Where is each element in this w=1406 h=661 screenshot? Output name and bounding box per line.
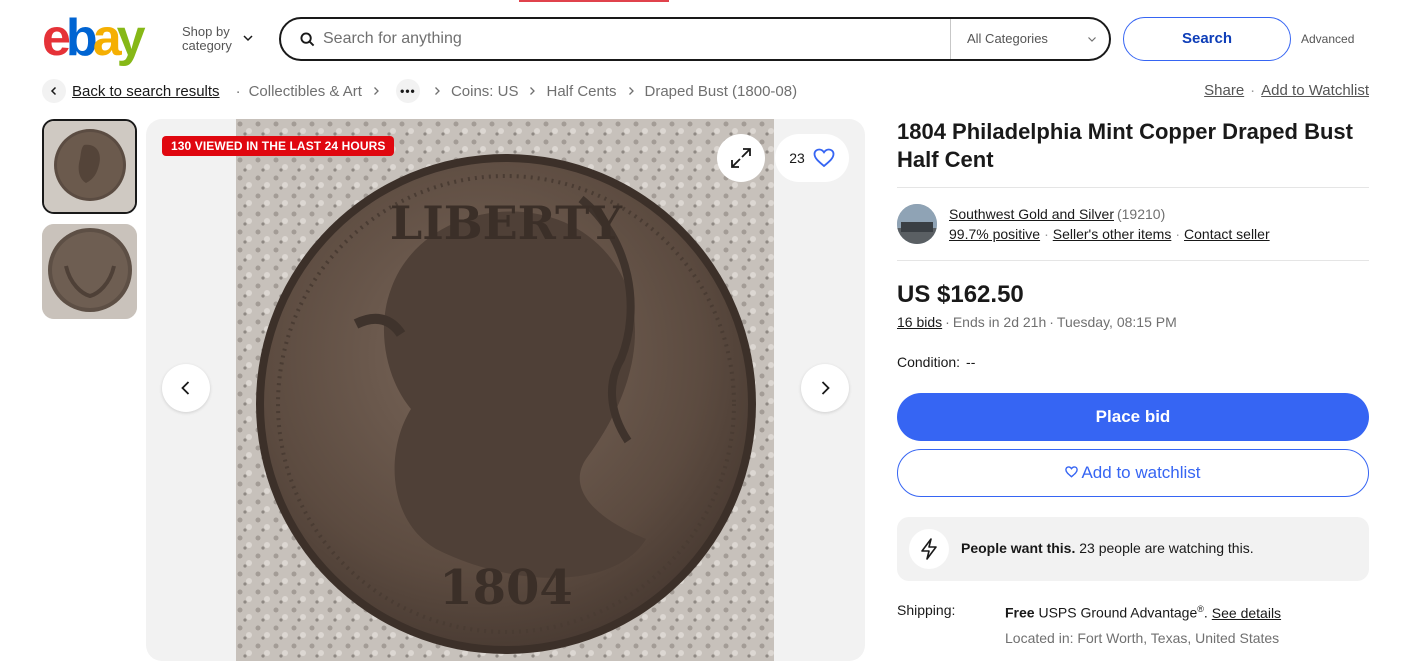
people-watching-box: People want this. 23 people are watching… [897, 517, 1369, 581]
separator-dot: · [235, 82, 241, 100]
shipping-free: Free [1005, 604, 1035, 621]
shop-by-label: Shop by [182, 24, 230, 39]
coin-reverse-thumbnail-image [42, 224, 137, 319]
shipping-period: . [1203, 604, 1208, 621]
expand-icon [731, 148, 751, 168]
shipping-service: USPS Ground Advantage [1034, 604, 1198, 621]
people-watching-text: People want this. 23 people are watching… [961, 540, 1254, 556]
logo-letter-a: a [92, 9, 122, 67]
seller-links: 99.7% positive · Seller's other items · Cont… [949, 226, 1270, 242]
category-label: category [182, 38, 232, 53]
people-want-this: People want this. [961, 540, 1076, 556]
separator-dot: · [1044, 226, 1049, 242]
condition-value: -- [966, 354, 976, 370]
next-image-button[interactable] [801, 364, 849, 412]
chevron-down-icon [1088, 37, 1096, 42]
add-to-watchlist-button[interactable]: Add to watchlist [897, 449, 1369, 497]
seller-positive-link[interactable]: 99.7% positive [949, 226, 1040, 242]
divider [897, 260, 1369, 261]
ends-in: Ends in 2d 21h [952, 314, 1047, 330]
back-to-search-link[interactable]: Back to search results [72, 83, 220, 100]
bolt-badge [909, 529, 949, 569]
item-price: US $162.50 [897, 281, 1024, 308]
breadcrumb-more-button[interactable]: ••• [395, 79, 420, 103]
viewed-badge: 130 VIEWED IN THE LAST 24 HOURS [162, 136, 395, 156]
chevron-right-icon [373, 87, 379, 95]
logo-letter-e: e [42, 9, 71, 67]
logo-letter-b: b [65, 9, 98, 67]
search-icon [300, 32, 315, 47]
advanced-search-link[interactable]: Advanced [1301, 32, 1354, 46]
heart-icon [1065, 465, 1079, 478]
shipping-value: Free USPS Ground Advantage®. See details [1005, 604, 1281, 621]
thumbnail-reverse[interactable] [42, 224, 137, 319]
seller-feedback-count: (19210) [1116, 206, 1166, 222]
coin-photo: LIBERTY 1804 [236, 119, 774, 661]
add-to-watchlist-label: Add to watchlist [1081, 463, 1201, 482]
watch-count: 23 [789, 150, 805, 166]
coin-legend-text: LIBERTY [390, 196, 623, 250]
seller-other-items-link[interactable]: Seller's other items [1053, 226, 1172, 242]
seller-info: Southwest Gold and Silver (19210) [949, 206, 1165, 222]
heart-icon [813, 148, 835, 168]
storefront-image [897, 204, 937, 244]
see-details-link[interactable]: See details [1212, 605, 1281, 621]
main-image-viewer[interactable]: LIBERTY 1804 130 VIEWED IN THE LAST 24 H… [146, 119, 865, 661]
search-box: All Categories [279, 17, 1111, 61]
back-button[interactable] [42, 79, 66, 103]
separator-dot: · [945, 314, 950, 330]
ebay-logo[interactable]: ebay [42, 9, 146, 67]
item-title: 1804 Philadelphia Mint Copper Draped Bus… [897, 119, 1353, 172]
chevron-left-icon [181, 381, 190, 395]
contact-seller-link[interactable]: Contact seller [1184, 226, 1270, 242]
registered-mark: ® [1197, 604, 1204, 614]
end-time: Tuesday, 08:15 PM [1056, 314, 1177, 330]
breadcrumb-item-collectibles[interactable]: Collectibles & Art [249, 83, 362, 100]
previous-image-button[interactable] [162, 364, 210, 412]
search-input[interactable] [323, 25, 943, 53]
breadcrumb-item-half-cents[interactable]: Half Cents [546, 83, 616, 100]
chevron-right-icon [628, 87, 634, 95]
chevron-down-icon [243, 35, 253, 42]
share-link[interactable]: Share [1204, 82, 1244, 99]
condition-row: Condition: -- [897, 354, 975, 370]
watch-count-button[interactable]: 23 [775, 134, 849, 182]
separator-dot: · [1175, 226, 1181, 242]
header: ebay Shop by category All Categories Sea… [0, 0, 1406, 76]
add-to-watchlist-link[interactable]: Add to Watchlist [1261, 82, 1369, 99]
divider [897, 187, 1369, 188]
breadcrumb-item-draped-bust[interactable]: Draped Bust (1800-08) [645, 83, 798, 100]
item-location: Located in: Fort Worth, Texas, United St… [1005, 630, 1280, 646]
coin-obverse-image: LIBERTY 1804 [236, 119, 774, 661]
chevron-right-icon [434, 87, 440, 95]
chevron-right-icon [821, 381, 830, 395]
condition-label: Condition: [897, 354, 961, 370]
lightning-bolt-icon [921, 538, 937, 560]
shop-by-category-button[interactable]: Shop by category [182, 24, 253, 53]
item-actions: Share · Add to Watchlist [1204, 82, 1369, 99]
thumbnail-obverse[interactable] [42, 119, 137, 214]
breadcrumb: Back to search results · Collectibles & … [42, 79, 797, 103]
bid-info: 16 bids · Ends in 2d 21h · Tuesday, 08:15 PM [897, 314, 1177, 330]
separator-dot: · [1049, 314, 1054, 330]
bids-link[interactable]: 16 bids [897, 314, 942, 330]
search-button[interactable]: Search [1123, 17, 1291, 61]
seller-name-link[interactable]: Southwest Gold and Silver [949, 206, 1114, 222]
chevron-left-icon [50, 86, 57, 96]
watchers-count-text: 23 people are watching this. [1075, 540, 1254, 556]
category-select[interactable]: All Categories [967, 31, 1048, 46]
coin-date-text: 1804 [439, 560, 573, 616]
divider [950, 19, 951, 59]
shipping-label: Shipping: [897, 602, 956, 618]
separator-dot: · [1250, 82, 1256, 99]
breadcrumb-item-coins-us[interactable]: Coins: US [451, 83, 519, 100]
chevron-right-icon [530, 87, 536, 95]
logo-letter-y: y [116, 9, 146, 67]
seller-avatar[interactable] [897, 204, 937, 244]
place-bid-button[interactable]: Place bid [897, 393, 1369, 441]
coin-obverse-thumbnail-image [44, 121, 135, 212]
expand-image-button[interactable] [717, 134, 765, 182]
